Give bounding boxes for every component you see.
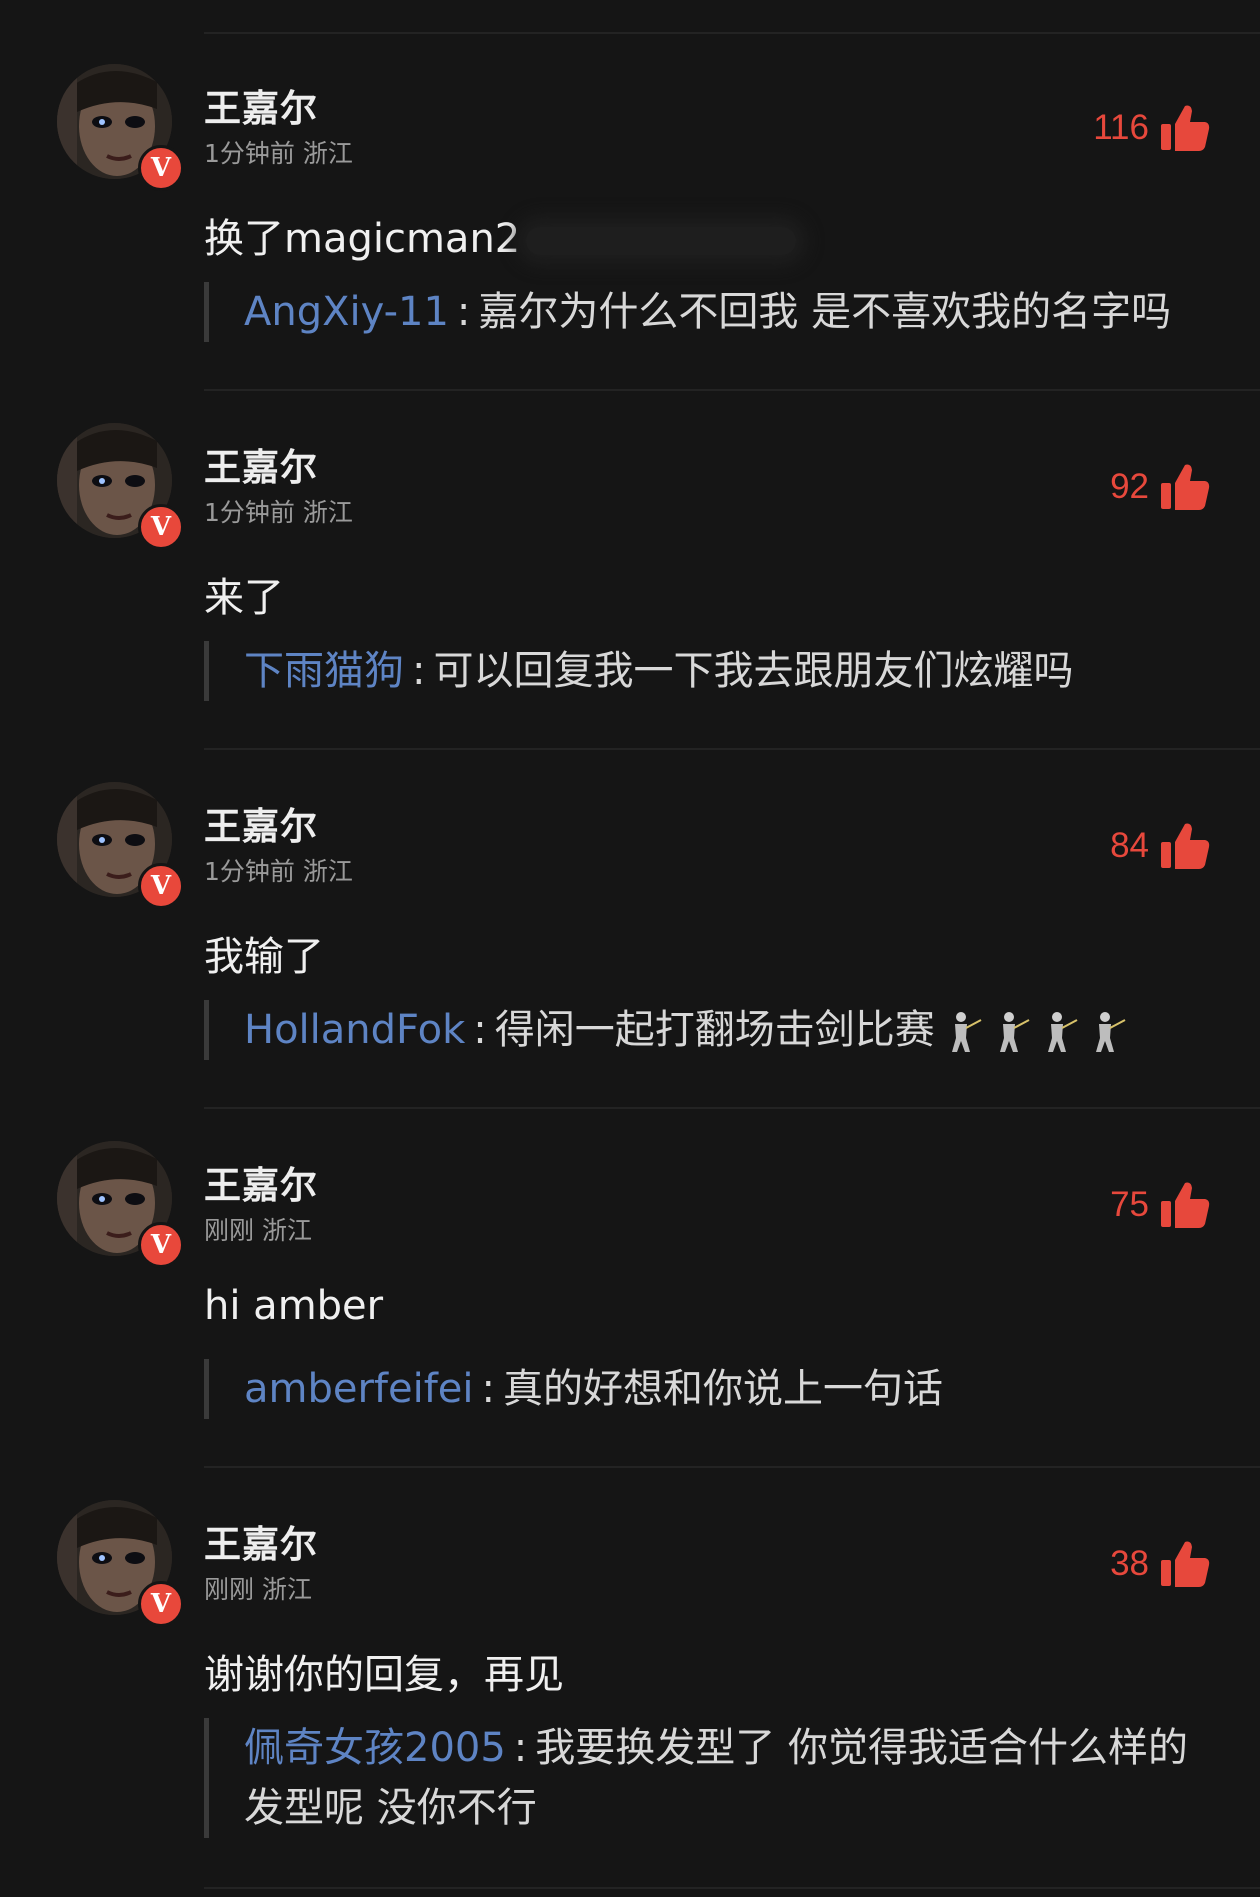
comment-item: V 王嘉尔 刚刚 浙江 38 谢谢你的回复，再见 佩奇女孩2005: 我要换发型了… — [0, 1468, 1260, 1897]
thumbs-up-icon — [1161, 823, 1210, 869]
like-button[interactable]: 38 — [1110, 1534, 1211, 1594]
comment-content: hi amber — [204, 1283, 384, 1329]
reply-text: 真的好想和你说上一句话 — [503, 1366, 944, 1412]
comment-meta: 刚刚 浙江 — [204, 1575, 312, 1604]
like-button[interactable]: 75 — [1110, 1175, 1211, 1235]
comment-item: V 王嘉尔 1分钟前 浙江 84 我输了 HollandFok: 得闲一起打翻场击… — [0, 750, 1260, 1109]
reply-text: 可以回复我一下我去跟朋友们炫耀吗 — [433, 648, 1074, 694]
comment-meta: 1分钟前 浙江 — [204, 498, 353, 527]
quoted-reply[interactable]: 下雨猫狗: 可以回复我一下我去跟朋友们炫耀吗 — [204, 641, 1214, 701]
reply-username[interactable]: HollandFok — [244, 1007, 465, 1053]
username[interactable]: 王嘉尔 — [204, 796, 318, 850]
like-button[interactable]: 84 — [1110, 816, 1211, 876]
reply-text: 嘉尔为什么不回我 是不喜欢我的名字吗 — [478, 289, 1172, 335]
fencer-emoji — [951, 1012, 982, 1052]
comment-meta: 刚刚 浙江 — [204, 1216, 312, 1245]
thumbs-up-icon — [1161, 464, 1210, 510]
comment-meta: 1分钟前 浙江 — [204, 139, 353, 168]
username[interactable]: 王嘉尔 — [204, 1514, 318, 1568]
like-count: 75 — [1110, 1185, 1149, 1224]
comment-item: V 王嘉尔 1分钟前 浙江 92 来了 下雨猫狗: 可以回复我一下我去跟朋友们炫耀… — [0, 391, 1260, 750]
reply-separator: : — [473, 1007, 487, 1053]
reply-separator: : — [513, 1725, 528, 1771]
verified-badge: V — [138, 863, 184, 909]
comment-feed: V 王嘉尔 1分钟前 浙江 116 换了magicman2 AngXiy-11:… — [0, 0, 1260, 1897]
reply-separator: : — [412, 648, 426, 694]
reply-username[interactable]: 佩奇女孩2005 — [244, 1725, 506, 1771]
username[interactable]: 王嘉尔 — [204, 78, 318, 132]
like-count: 92 — [1110, 467, 1149, 506]
reply-username[interactable]: 下雨猫狗 — [244, 648, 404, 694]
verified-badge: V — [138, 1581, 184, 1627]
username[interactable]: 王嘉尔 — [204, 437, 318, 491]
like-button[interactable]: 92 — [1110, 457, 1211, 517]
reply-username[interactable]: amberfeifei — [244, 1366, 474, 1412]
blurred-text — [526, 227, 797, 255]
reply-separator: : — [456, 289, 471, 335]
quoted-reply[interactable]: AngXiy-11: 嘉尔为什么不回我 是不喜欢我的名字吗 — [204, 282, 1214, 342]
quoted-reply[interactable]: 佩奇女孩2005: 我要换发型了 你觉得我适合什么样的发型呢 没你不行 — [204, 1718, 1214, 1838]
comment-item: V 王嘉尔 1分钟前 浙江 116 换了magicman2 AngXiy-11:… — [0, 32, 1260, 391]
like-button[interactable]: 116 — [1093, 98, 1211, 158]
like-count: 116 — [1093, 108, 1149, 147]
reply-username[interactable]: AngXiy-11 — [244, 289, 449, 335]
fencer-emoji — [999, 1012, 1030, 1052]
verified-badge: V — [138, 504, 184, 550]
username[interactable]: 王嘉尔 — [204, 1155, 318, 1209]
comment-item: V 王嘉尔 刚刚 浙江 75 hi amber amberfeifei: 真的好想… — [0, 1109, 1260, 1468]
comment-content: 我输了 — [204, 934, 324, 980]
thumbs-up-icon — [1161, 1541, 1210, 1587]
like-count: 84 — [1110, 826, 1149, 865]
comment-content: 谢谢你的回复，再见 — [204, 1652, 564, 1698]
fencer-emoji — [1095, 1012, 1126, 1052]
verified-badge: V — [138, 145, 184, 191]
comment-content: 来了 — [204, 575, 284, 621]
comment-text: 换了magicman2 — [204, 216, 521, 262]
quoted-reply[interactable]: HollandFok: 得闲一起打翻场击剑比赛 — [204, 1000, 1214, 1060]
thumbs-up-icon — [1161, 1182, 1210, 1228]
comment-divider — [204, 1887, 1260, 1889]
comment-meta: 1分钟前 浙江 — [204, 857, 353, 886]
fencer-emoji — [1047, 1012, 1078, 1052]
like-count: 38 — [1110, 1544, 1149, 1583]
reply-text: 得闲一起打翻场击剑比赛 — [494, 1007, 935, 1053]
reply-separator: : — [481, 1366, 496, 1412]
quoted-reply[interactable]: amberfeifei: 真的好想和你说上一句话 — [204, 1359, 1214, 1419]
comment-content: 换了magicman2 — [204, 206, 797, 264]
thumbs-up-icon — [1161, 105, 1210, 151]
verified-badge: V — [138, 1222, 184, 1268]
